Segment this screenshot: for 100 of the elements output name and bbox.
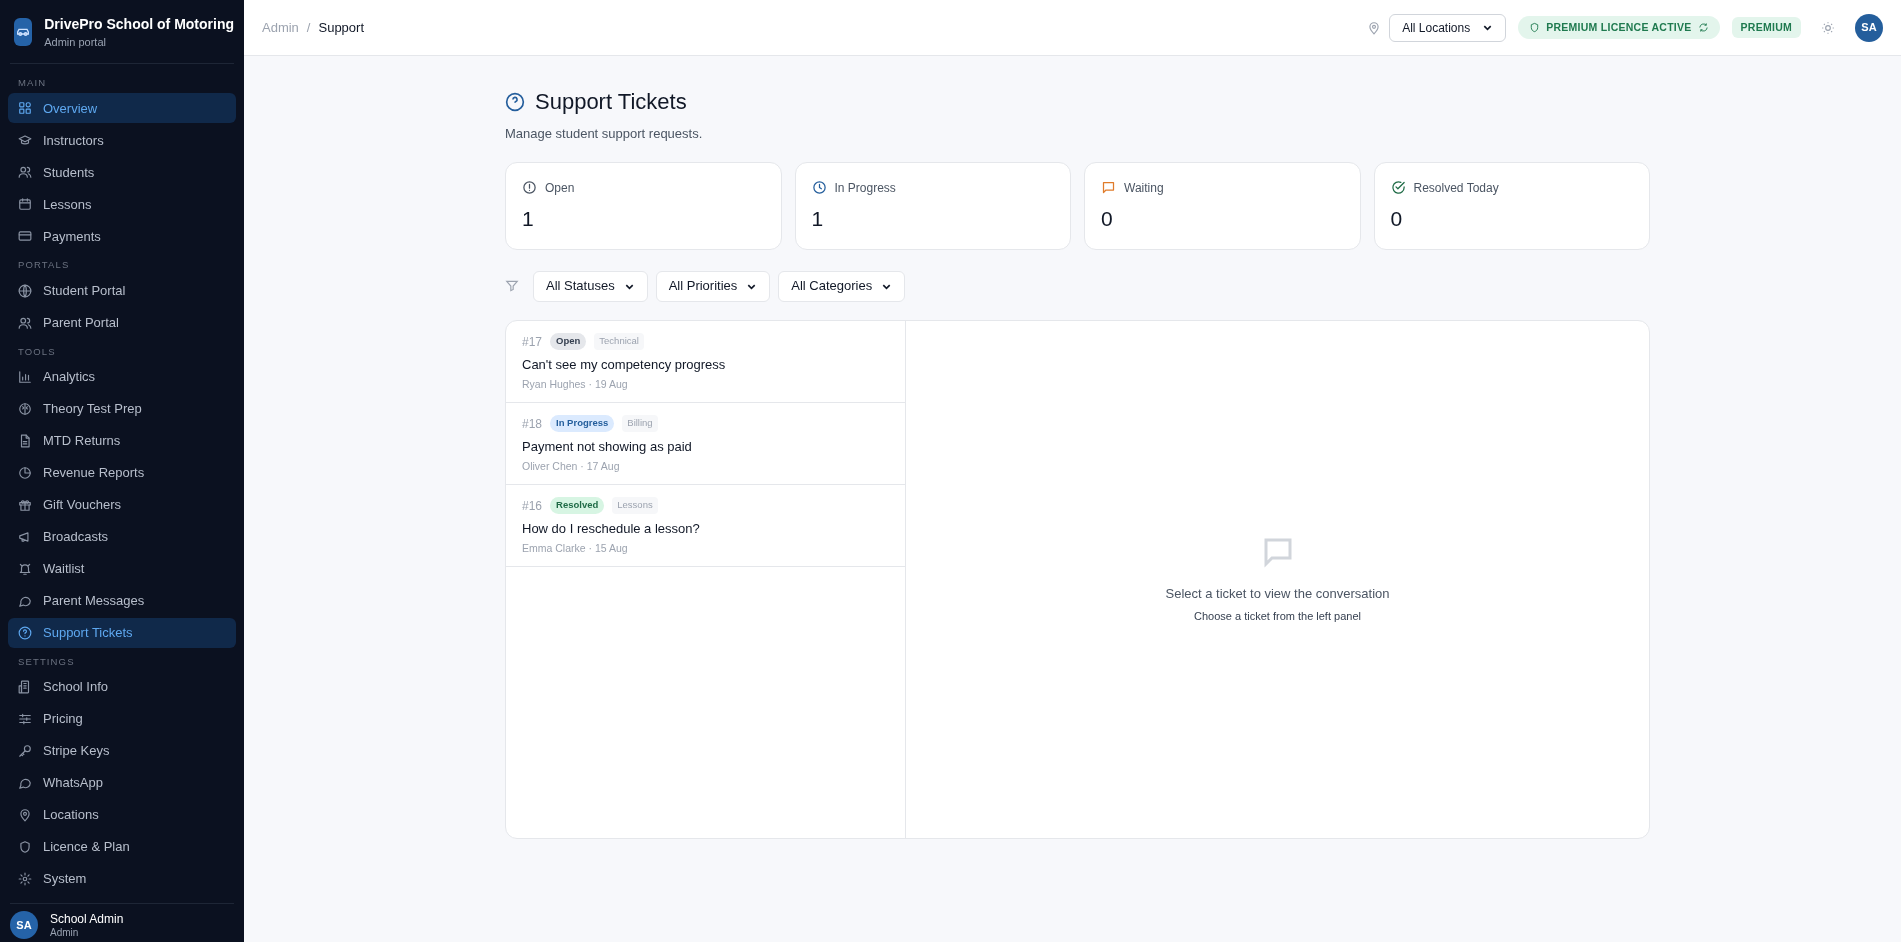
sidebar-item[interactable]: Parent Portal bbox=[8, 307, 236, 338]
bar-chart-icon bbox=[18, 369, 32, 384]
ticket-row[interactable]: #18 In Progress Billing Payment not showing as paid Oliver Chen · 17 Aug bbox=[506, 402, 905, 485]
ticket-row[interactable]: #17 Open Technical Can't see my competency progress Ryan Hughes · 19 Aug bbox=[506, 320, 905, 403]
sidebar-item[interactable]: Revenue Reports bbox=[8, 457, 236, 488]
sidebar-item[interactable]: WhatsApp bbox=[8, 768, 236, 798]
sidebar-item[interactable]: Broadcasts bbox=[8, 521, 236, 552]
plan-badge: PREMIUM bbox=[1731, 17, 1801, 38]
sidebar-item[interactable]: Instructors bbox=[8, 125, 236, 156]
alert-circle-icon bbox=[522, 180, 537, 195]
document-icon bbox=[18, 433, 32, 448]
check-circle-icon bbox=[1390, 180, 1406, 195]
sidebar-section-title: SETTINGS bbox=[17, 654, 76, 669]
stat-value: 1 bbox=[811, 205, 824, 232]
ticket-subject: Can't see my competency progress bbox=[522, 355, 726, 374]
refresh-icon[interactable] bbox=[1697, 22, 1709, 33]
users-icon bbox=[18, 315, 32, 330]
stat-value: 0 bbox=[1101, 205, 1113, 232]
help-circle-icon bbox=[18, 625, 32, 640]
key-icon bbox=[18, 744, 32, 758]
licence-text: PREMIUM LICENCE ACTIVE bbox=[1546, 19, 1692, 35]
filter-select[interactable]: All Categories bbox=[778, 270, 906, 302]
ticket-number: #18 bbox=[522, 415, 543, 433]
globe-icon bbox=[18, 283, 32, 298]
sidebar-item[interactable]: Analytics bbox=[8, 361, 236, 392]
sidebar-section-title: TOOLS bbox=[17, 344, 57, 359]
shield-icon bbox=[18, 840, 32, 854]
sidebar-item[interactable]: Students bbox=[8, 157, 236, 188]
category-tag: Technical bbox=[594, 333, 644, 350]
sidebar-section-title: PORTALS bbox=[17, 258, 71, 273]
status-badge: Open bbox=[550, 333, 587, 350]
sidebar-item[interactable]: Stripe Keys bbox=[8, 736, 236, 766]
megaphone-icon bbox=[18, 529, 32, 544]
clock-icon bbox=[811, 180, 827, 195]
empty-state-title: Select a ticket to view the conversation bbox=[1165, 585, 1390, 603]
user-name: School Admin bbox=[50, 911, 124, 927]
page-title: Support Tickets bbox=[535, 88, 687, 116]
filter-icon bbox=[505, 279, 519, 293]
sidebar-item[interactable]: Parent Messages bbox=[8, 585, 236, 616]
location-pin-icon bbox=[1367, 20, 1382, 35]
sidebar-item[interactable]: Locations bbox=[8, 800, 236, 830]
page-subtitle: Manage student support requests. bbox=[505, 125, 704, 143]
sliders-icon bbox=[18, 712, 32, 726]
ticket-number: #17 bbox=[522, 333, 543, 351]
stat-label: Open bbox=[545, 179, 575, 197]
sidebar-item[interactable]: Lessons bbox=[8, 189, 236, 220]
calendar-icon bbox=[18, 197, 32, 212]
brand-subtitle: Admin portal bbox=[44, 34, 107, 50]
chat-bubble-icon bbox=[1101, 180, 1116, 195]
empty-state-hint: Choose a ticket from the left panel bbox=[1194, 608, 1361, 624]
users-icon bbox=[18, 165, 32, 180]
sidebar-item[interactable]: Waitlist bbox=[8, 553, 236, 584]
sidebar-item[interactable]: Pricing bbox=[8, 704, 236, 734]
sidebar-item[interactable]: Theory Test Prep bbox=[8, 393, 236, 424]
user-avatar[interactable]: SA bbox=[10, 911, 38, 939]
sidebar-item[interactable]: Student Portal bbox=[8, 275, 236, 306]
chat-bubble-icon bbox=[18, 776, 32, 790]
bell-icon bbox=[18, 561, 32, 576]
category-tag: Billing bbox=[622, 415, 658, 432]
sidebar-item[interactable]: School Info bbox=[8, 672, 236, 702]
stat-value: 1 bbox=[522, 205, 534, 232]
filter-select[interactable]: All Statuses bbox=[533, 270, 648, 302]
ticket-row[interactable]: #16 Resolved Lessons How do I reschedule a lesson? Emma Clarke · 15 Aug bbox=[506, 484, 905, 567]
sidebar-item[interactable]: Payments bbox=[8, 221, 236, 252]
category-tag: Lessons bbox=[612, 497, 658, 514]
credit-card-icon bbox=[18, 229, 32, 244]
breadcrumb-separator: / bbox=[306, 18, 311, 37]
stat-label: In Progress bbox=[834, 179, 896, 197]
status-badge: Resolved bbox=[550, 497, 605, 514]
sidebar-item[interactable]: System bbox=[8, 864, 236, 894]
shield-icon bbox=[1529, 22, 1541, 33]
building-icon bbox=[18, 680, 32, 694]
stat-label: Resolved Today bbox=[1413, 179, 1499, 197]
stat-label: Waiting bbox=[1124, 179, 1164, 197]
brand-name: DrivePro School of Motoring bbox=[44, 14, 234, 34]
sidebar-section-title: MAIN bbox=[17, 76, 48, 90]
stat-value: 0 bbox=[1390, 205, 1403, 232]
pie-chart-icon bbox=[18, 465, 32, 480]
sidebar-item[interactable]: MTD Returns bbox=[8, 425, 236, 456]
sidebar-item[interactable]: Gift Vouchers bbox=[8, 489, 236, 520]
sun-icon[interactable] bbox=[1821, 20, 1835, 35]
filter-select[interactable]: All Priorities bbox=[655, 270, 771, 302]
car-logo-icon bbox=[14, 17, 33, 46]
sidebar-item[interactable]: Overview bbox=[8, 93, 236, 124]
ticket-meta: Emma Clarke · 15 Aug bbox=[522, 541, 628, 556]
location-pin-icon bbox=[18, 808, 32, 822]
status-badge: In Progress bbox=[550, 415, 615, 432]
ticket-meta: Oliver Chen · 17 Aug bbox=[522, 459, 620, 474]
location-select[interactable]: All Locations bbox=[1389, 13, 1507, 42]
user-role: Admin bbox=[50, 927, 80, 939]
ticket-subject: How do I reschedule a lesson? bbox=[522, 519, 700, 538]
sidebar-item[interactable]: Licence & Plan bbox=[8, 832, 236, 862]
help-circle-icon bbox=[505, 92, 525, 112]
user-avatar[interactable]: SA bbox=[1855, 13, 1883, 42]
sidebar-item[interactable]: Support Tickets bbox=[8, 617, 236, 648]
grid-icon bbox=[18, 101, 32, 116]
gift-icon bbox=[18, 497, 32, 512]
ticket-meta: Ryan Hughes · 19 Aug bbox=[522, 377, 628, 392]
ticket-number: #16 bbox=[522, 497, 543, 515]
ticket-subject: Payment not showing as paid bbox=[522, 437, 692, 456]
